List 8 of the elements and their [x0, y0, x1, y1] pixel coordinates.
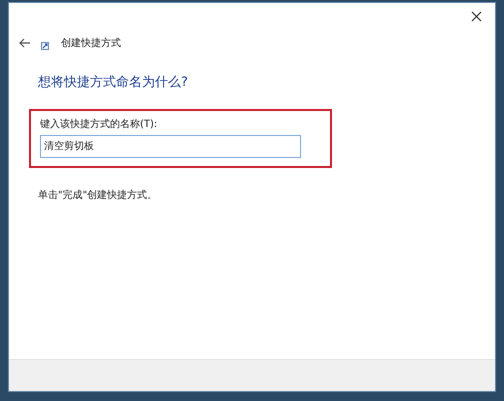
- page-heading: 想将快捷方式命名为什么?: [38, 74, 189, 92]
- close-icon: [470, 10, 482, 22]
- hint-text: 单击"完成"创建快捷方式。: [38, 188, 158, 202]
- name-input-field[interactable]: 清空剪切板: [40, 134, 301, 158]
- field-label: 键入该快捷方式的名称(T):: [40, 118, 158, 132]
- shortcut-icon: [41, 42, 49, 50]
- window-title: 创建快捷方式: [61, 36, 121, 50]
- back-arrow-icon: [19, 38, 31, 48]
